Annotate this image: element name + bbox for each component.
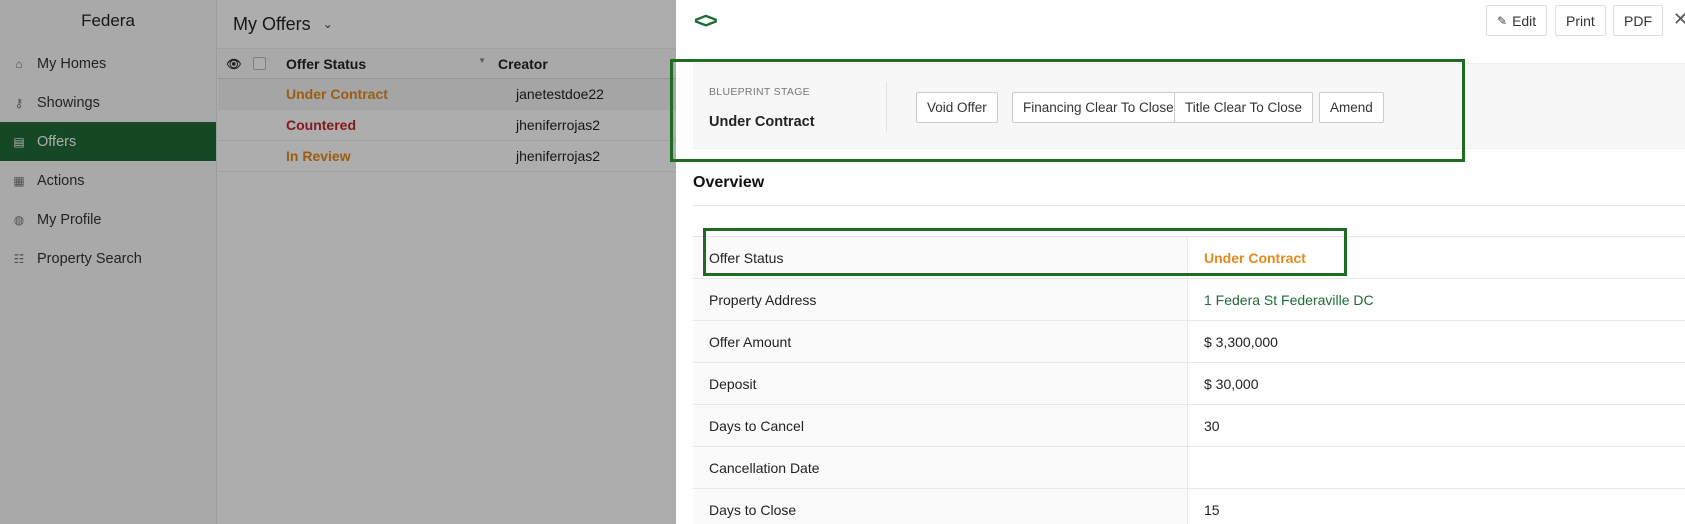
detail-row-offer-status: Offer Status Under Contract [693,237,1685,279]
detail-label: Deposit [693,363,1188,404]
detail-label: Cancellation Date [693,447,1188,488]
detail-row-cancellation-date: Cancellation Date [693,447,1685,489]
offer-detail-panel: <> ✎ Edit Print PDF ✕ BLUEPRINT STAGE Un… [676,0,1685,524]
detail-label: Days to Close [693,489,1188,524]
divider [693,205,1685,206]
detail-row-deposit: Deposit $ 30,000 [693,363,1685,405]
void-offer-button[interactable]: Void Offer [916,92,998,123]
detail-label: Offer Amount [693,321,1188,362]
pencil-icon: ✎ [1497,13,1508,28]
detail-value: $ 30,000 [1204,375,1259,392]
title-clear-to-close-button[interactable]: Title Clear To Close [1174,92,1314,123]
detail-value: $ 3,300,000 [1204,333,1278,350]
detail-label: Property Address [693,279,1188,320]
panel-toolbar: <> ✎ Edit Print PDF ✕ [676,0,1685,44]
blueprint-stage-bar: BLUEPRINT STAGE Under Contract Void Offe… [693,63,1685,149]
detail-label: Days to Cancel [693,405,1188,446]
code-icon[interactable]: <> [694,8,718,34]
detail-value: 15 [1204,501,1220,518]
blueprint-stage-value: Under Contract [709,114,815,130]
detail-value: 30 [1204,417,1220,434]
print-button[interactable]: Print [1555,5,1606,36]
overview-detail-table: Offer Status Under Contract Property Add… [693,236,1685,524]
modal-overlay[interactable] [0,0,676,524]
property-address-link[interactable]: 1 Federa St Federaville DC [1188,279,1685,320]
blueprint-stage-label: BLUEPRINT STAGE [709,86,810,98]
detail-row-days-to-cancel: Days to Cancel 30 [693,405,1685,447]
detail-row-offer-amount: Offer Amount $ 3,300,000 [693,321,1685,363]
detail-value [1188,447,1685,488]
divider [886,82,887,132]
detail-row-property-address: Property Address 1 Federa St Federaville… [693,279,1685,321]
amend-button[interactable]: Amend [1319,92,1384,123]
overview-title: Overview [693,174,765,191]
financing-clear-to-close-button[interactable]: Financing Clear To Close [1012,92,1185,123]
detail-label: Offer Status [693,237,1188,278]
detail-value: Under Contract [1204,249,1306,266]
edit-button[interactable]: ✎ Edit [1486,5,1548,36]
detail-row-days-to-close: Days to Close 15 [693,489,1685,524]
pdf-button[interactable]: PDF [1613,5,1663,36]
close-icon[interactable]: ✕ [1673,9,1685,30]
